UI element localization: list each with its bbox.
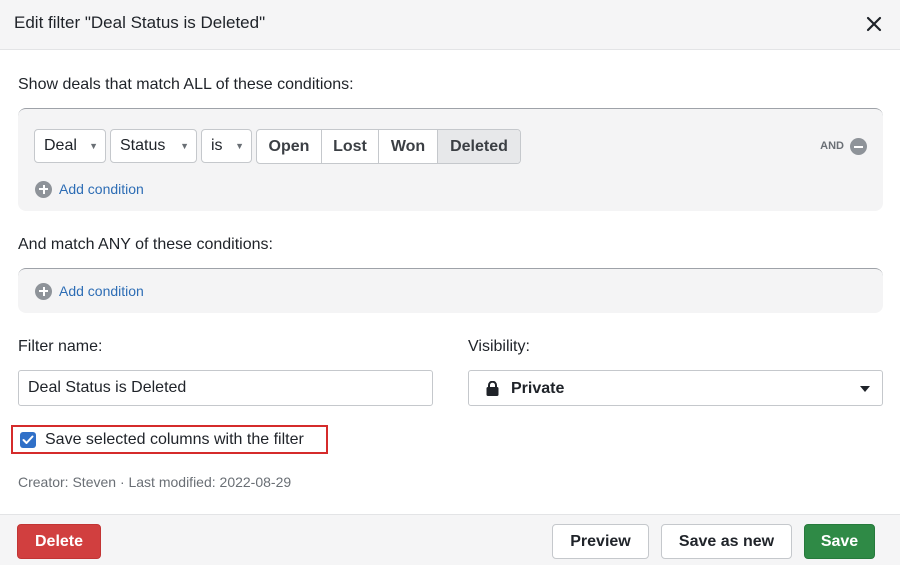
add-condition-all-button[interactable]: Add condition <box>35 179 144 199</box>
add-condition-any-button[interactable]: Add condition <box>35 281 144 301</box>
operator-select-value: is <box>211 137 223 154</box>
visibility-select[interactable]: Private <box>468 370 883 406</box>
field-select[interactable]: Status ▼ <box>110 129 197 163</box>
filter-name-label: Filter name: <box>18 338 103 355</box>
operator-select[interactable]: is ▼ <box>201 129 252 163</box>
save-columns-option: Save selected columns with the filter <box>11 425 328 454</box>
field-select-value: Status <box>120 137 166 154</box>
and-connector-label: AND <box>820 140 844 152</box>
save-as-new-button[interactable]: Save as new <box>661 524 792 559</box>
option-open[interactable]: Open <box>257 130 322 163</box>
save-columns-label[interactable]: Save selected columns with the filter <box>45 431 304 449</box>
option-deleted[interactable]: Deleted <box>438 130 520 163</box>
option-lost[interactable]: Lost <box>322 130 379 163</box>
status-option-group: Open Lost Won Deleted <box>256 129 521 164</box>
close-icon[interactable] <box>862 12 886 36</box>
all-conditions-label: Show deals that match ALL of these condi… <box>18 76 354 93</box>
dialog-header: Edit filter "Deal Status is Deleted" <box>0 0 900 50</box>
remove-condition-icon[interactable] <box>850 138 867 155</box>
plus-circle-icon <box>35 180 52 198</box>
save-columns-checkbox[interactable] <box>20 432 36 448</box>
object-select[interactable]: Deal ▼ <box>34 129 106 163</box>
plus-circle-icon <box>35 282 52 300</box>
add-condition-label: Add condition <box>59 181 144 197</box>
dialog-footer: Delete Preview Save as new Save <box>0 514 900 565</box>
caret-down-icon <box>860 386 870 392</box>
all-conditions-box: Deal ▼ Status ▼ is ▼ Open Lost Won Delet… <box>18 108 883 211</box>
object-select-value: Deal <box>44 137 77 154</box>
delete-button[interactable]: Delete <box>17 524 101 559</box>
add-condition-label: Add condition <box>59 283 144 299</box>
visibility-label: Visibility: <box>468 338 530 355</box>
any-conditions-box: Add condition <box>18 268 883 313</box>
save-button[interactable]: Save <box>804 524 875 559</box>
filter-meta-info: Creator: Steven · Last modified: 2022-08… <box>18 474 292 490</box>
any-conditions-label: And match ANY of these conditions: <box>18 236 273 253</box>
option-won[interactable]: Won <box>379 130 438 163</box>
preview-button[interactable]: Preview <box>552 524 649 559</box>
chevron-down-icon: ▼ <box>235 141 244 151</box>
filter-name-input[interactable]: Deal Status is Deleted <box>18 370 433 406</box>
dialog-title: Edit filter "Deal Status is Deleted" <box>14 13 266 32</box>
lock-icon <box>486 380 499 401</box>
visibility-value: Private <box>511 380 565 397</box>
chevron-down-icon: ▼ <box>180 141 189 151</box>
chevron-down-icon: ▼ <box>89 141 98 151</box>
